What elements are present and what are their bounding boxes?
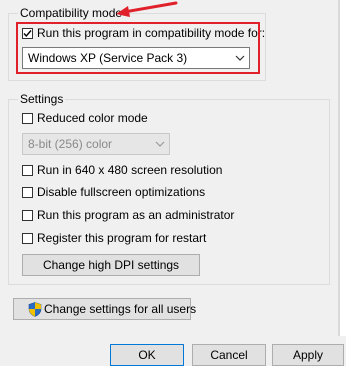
disable-fullscreen-checkbox-row[interactable]: Disable fullscreen optimizations — [22, 184, 205, 200]
register-restart-label: Register this program for restart — [37, 231, 207, 245]
reduced-color-checkbox[interactable] — [22, 112, 33, 124]
register-restart-checkbox[interactable] — [22, 232, 33, 244]
res-640-label: Run in 640 x 480 screen resolution — [37, 163, 223, 177]
compatibility-mode-label: Compatibility mode — [18, 6, 125, 20]
dialog-button-row: OK Cancel Apply — [0, 336, 346, 366]
register-restart-checkbox-row[interactable]: Register this program for restart — [22, 230, 206, 246]
chevron-down-icon — [151, 141, 169, 147]
color-mode-select[interactable]: 8-bit (256) color — [22, 133, 170, 155]
res-640-checkbox[interactable] — [22, 164, 33, 176]
run-admin-checkbox-row[interactable]: Run this program as an administrator — [22, 207, 234, 223]
run-admin-label: Run this program as an administrator — [37, 208, 235, 222]
apply-button[interactable]: Apply — [272, 344, 344, 366]
change-all-users-label: Change settings for all users — [44, 302, 197, 316]
reduced-color-checkbox-row[interactable]: Reduced color mode — [22, 110, 148, 126]
highlight-box — [16, 22, 260, 74]
change-all-users-button[interactable]: Change settings for all users — [13, 298, 196, 320]
annotation-arrow-icon — [116, 1, 178, 17]
disable-fullscreen-checkbox[interactable] — [22, 186, 33, 198]
disable-fullscreen-label: Disable fullscreen optimizations — [37, 185, 206, 199]
color-mode-value: 8-bit (256) color — [28, 137, 113, 151]
res-640-checkbox-row[interactable]: Run in 640 x 480 screen resolution — [22, 162, 222, 178]
run-admin-checkbox[interactable] — [22, 209, 33, 221]
cancel-button[interactable]: Cancel — [192, 344, 266, 366]
uac-shield-icon — [28, 301, 42, 317]
reduced-color-label: Reduced color mode — [37, 111, 148, 125]
panel-right-edge — [338, 0, 340, 336]
compatibility-tab-panel: Compatibility mode Run this program in c… — [0, 0, 338, 336]
settings-label: Settings — [18, 92, 66, 106]
ok-button[interactable]: OK — [110, 344, 184, 366]
change-dpi-button[interactable]: Change high DPI settings — [22, 254, 200, 276]
